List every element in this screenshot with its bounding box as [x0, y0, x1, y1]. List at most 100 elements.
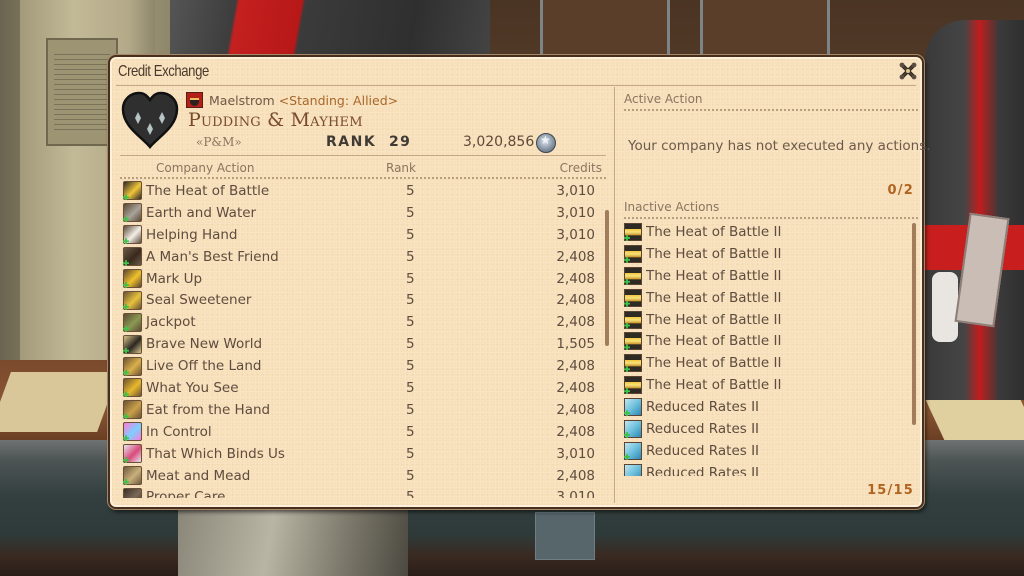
eat-from-hand-icon [123, 400, 142, 420]
column-header-rank: Rank [386, 161, 416, 175]
heat-of-battle-ii-icon [624, 376, 642, 395]
action-credits: 3,010 [556, 182, 595, 199]
best-friend-icon [123, 247, 142, 267]
close-button[interactable] [897, 60, 919, 82]
column-header-action: Company Action [156, 161, 255, 175]
company-action-list: The Heat of Battle 5 3,010 Earth and Water 5… [120, 180, 608, 498]
active-action-empty-message: Your company has not executed any action… [628, 138, 931, 154]
reduced-rates-ii-icon [624, 463, 642, 476]
inactive-action-item[interactable]: Reduced Rates II [622, 440, 912, 462]
action-row[interactable]: A Man's Best Friend 5 2,408 [120, 246, 608, 268]
mark-up-icon [123, 269, 142, 288]
action-name: A Man's Best Friend [146, 248, 279, 265]
inactive-action-list: The Heat of Battle II The Heat of Battle … [622, 221, 912, 476]
action-rank: 5 [406, 314, 415, 331]
dotted-divider [624, 109, 918, 111]
inactive-action-name: Reduced Rates II [646, 420, 760, 437]
action-rank: 5 [406, 270, 415, 287]
title-divider [116, 85, 916, 86]
action-credits: 2,408 [556, 379, 595, 396]
dotted-divider [624, 217, 918, 219]
action-credits: 2,408 [556, 248, 595, 265]
action-rank: 5 [406, 401, 415, 418]
inactive-action-item[interactable]: The Heat of Battle II [622, 352, 912, 374]
action-rank: 5 [406, 226, 415, 243]
heat-of-battle-ii-icon [624, 288, 642, 307]
inactive-list-scrollbar[interactable] [912, 223, 916, 425]
action-credits: 3,010 [556, 226, 595, 243]
rank-label: RANK [326, 134, 377, 150]
action-rank: 5 [406, 358, 415, 375]
inactive-action-name: The Heat of Battle II [646, 289, 782, 306]
inactive-action-name: The Heat of Battle II [646, 333, 782, 350]
action-rank: 5 [406, 445, 415, 462]
action-row[interactable]: What You See 5 2,408 [120, 377, 608, 399]
inactive-action-item[interactable]: The Heat of Battle II [622, 221, 912, 243]
action-rank: 5 [406, 292, 415, 309]
action-credits: 3,010 [556, 204, 595, 221]
heat-of-battle-ii-icon [624, 354, 642, 373]
credit-exchange-window: Credit Exchange Maelstrom <Standing: All… [108, 55, 931, 509]
inactive-action-item[interactable]: The Heat of Battle II [622, 243, 912, 265]
action-row[interactable]: Live Off the Land 5 2,408 [120, 355, 608, 377]
inactive-action-name: Reduced Rates II [646, 464, 760, 476]
rank-value: 29 [388, 134, 412, 150]
action-row[interactable]: Jackpot 5 2,408 [120, 311, 608, 333]
inactive-action-name: The Heat of Battle II [646, 267, 782, 284]
heat-of-battle-ii-icon [624, 266, 642, 285]
action-credits: 2,408 [556, 270, 595, 287]
action-row[interactable]: Mark Up 5 2,408 [120, 268, 608, 290]
action-row[interactable]: In Control 5 2,408 [120, 421, 608, 443]
brave-new-world-icon [123, 334, 142, 354]
heart-crest-icon [121, 91, 179, 149]
action-name: Seal Sweetener [146, 292, 252, 309]
action-rank: 5 [406, 336, 415, 353]
inactive-action-item[interactable]: Reduced Rates II [622, 418, 912, 440]
action-row[interactable]: Eat from the Hand 5 2,408 [120, 399, 608, 421]
npc-glove [932, 272, 958, 342]
action-name: Jackpot [146, 314, 196, 331]
action-name: Mark Up [146, 270, 203, 287]
action-rank: 5 [406, 204, 415, 221]
inactive-action-item[interactable]: The Heat of Battle II [622, 287, 912, 309]
action-row[interactable]: Helping Hand 5 3,010 [120, 224, 608, 246]
action-rank: 5 [406, 489, 415, 498]
action-name: Proper Care [146, 489, 226, 498]
inactive-action-item[interactable]: The Heat of Battle II [622, 374, 912, 396]
door-hinge [540, 0, 670, 55]
action-row[interactable]: Meat and Mead 5 2,408 [120, 465, 608, 487]
company-seal-icon [536, 133, 556, 153]
action-row[interactable]: Brave New World 5 1,505 [120, 333, 608, 355]
reduced-rates-ii-icon [624, 398, 642, 417]
inactive-action-name: Reduced Rates II [646, 442, 760, 459]
inactive-action-item[interactable]: Reduced Rates II [622, 462, 912, 476]
meat-and-mead-icon [123, 466, 142, 486]
action-name: That Which Binds Us [146, 445, 285, 462]
live-off-land-icon [123, 356, 142, 376]
grand-company-line: Maelstrom <Standing: Allied> [209, 93, 398, 108]
action-credits: 2,408 [556, 401, 595, 418]
column-header-credits: Credits [559, 161, 602, 175]
action-credits: 2,408 [556, 358, 595, 375]
action-name: Brave New World [146, 336, 263, 353]
what-you-see-icon [123, 378, 142, 398]
action-name: Meat and Mead [146, 467, 251, 484]
action-row[interactable]: Earth and Water 5 3,010 [120, 202, 608, 224]
action-name: In Control [146, 423, 212, 440]
inactive-action-name: The Heat of Battle II [646, 377, 782, 394]
inactive-action-item[interactable]: The Heat of Battle II [622, 309, 912, 331]
action-row[interactable]: The Heat of Battle 5 3,010 [120, 180, 608, 202]
action-name: Eat from the Hand [146, 401, 271, 418]
inactive-action-item[interactable]: Reduced Rates II [622, 396, 912, 418]
inactive-action-item[interactable]: The Heat of Battle II [622, 330, 912, 352]
action-row[interactable]: Seal Sweetener 5 2,408 [120, 289, 608, 311]
inactive-action-item[interactable]: The Heat of Battle II [622, 265, 912, 287]
action-credits: 2,408 [556, 467, 595, 484]
action-list-scrollbar[interactable] [605, 210, 609, 346]
action-name: Live Off the Land [146, 358, 262, 375]
active-action-label: Active Action [624, 92, 703, 106]
action-row[interactable]: That Which Binds Us 5 3,010 [120, 443, 608, 465]
action-row[interactable]: Proper Care 5 3,010 [120, 486, 608, 498]
inactive-action-name: The Heat of Battle II [646, 355, 782, 372]
maelstrom-badge-icon [186, 92, 203, 108]
